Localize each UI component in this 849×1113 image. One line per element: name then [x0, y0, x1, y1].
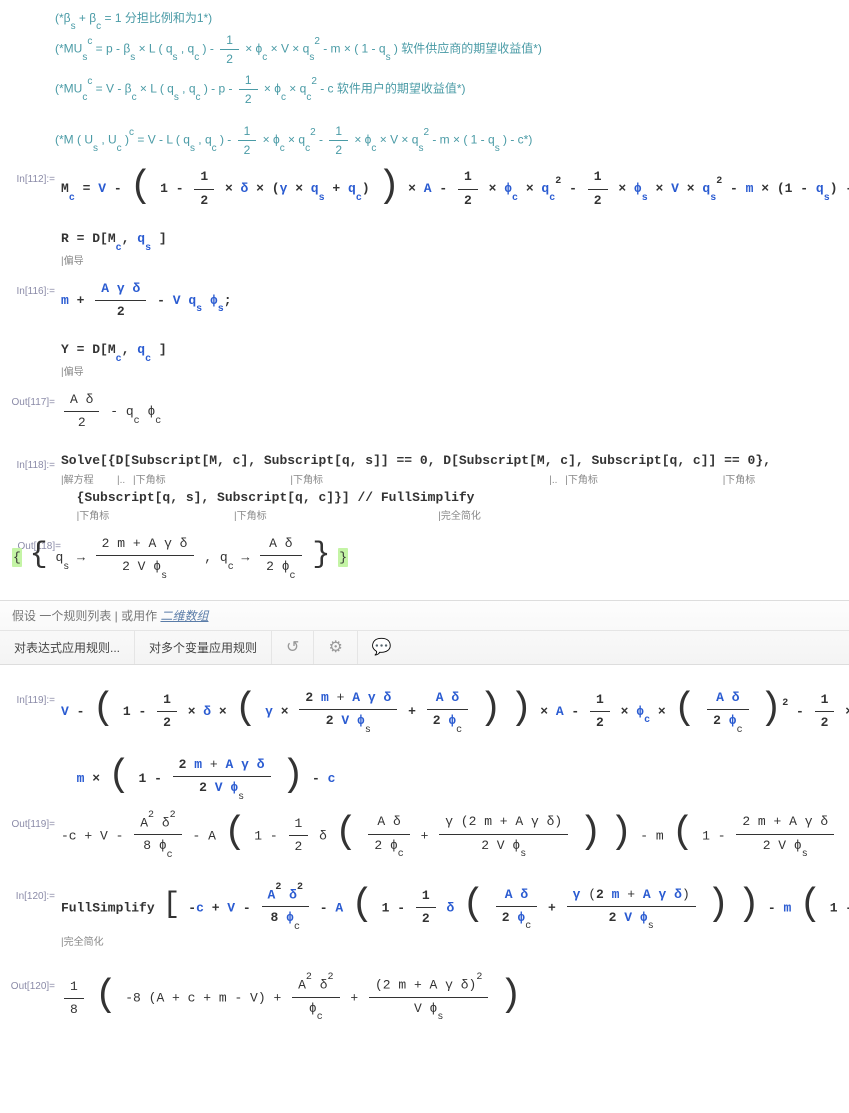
cell-in-116[interactable]: In[116]:= m + A γ δ2 - V qs ϕs; Y = D[Mc… [0, 274, 849, 385]
suggestion-btn-1[interactable]: 对表达式应用规则... [0, 631, 135, 664]
cell-in-120[interactable]: In[120]:= FullSimplify [ -c + V - A2 δ28… [0, 879, 849, 955]
cell-label: In[116]:= [0, 278, 61, 297]
cell-label: In[112]:= [0, 166, 61, 185]
assumption-link[interactable]: 二维数组 [160, 609, 208, 623]
cell-label: In[118]:= [0, 452, 61, 471]
hint-solve: |解方程 [61, 475, 94, 486]
highlight-open: { [12, 548, 22, 567]
cell-label: Out[117]= [0, 389, 61, 408]
comment-line-3: (*MUcc = V - βc × L ( qs , qc ) - p - 12… [0, 71, 849, 108]
cell-out-117[interactable]: Out[117]= A δ2 - qc ϕc [0, 385, 849, 438]
comment-icon[interactable]: 💬 [358, 631, 406, 664]
cell-out-120[interactable]: Out[120]= 18 ( -8 (A + c + m - V) + A2 δ… [0, 969, 849, 1027]
cell-in-118[interactable]: In[118]:= Solve[{D[Subscript[M, c], Subs… [0, 448, 849, 529]
cell-in-119[interactable]: In[119]:= V - ( 1 - 12 × δ × ( γ × 2 m +… [0, 683, 849, 807]
hint-piandao: |偏导 [61, 256, 84, 267]
cell-label: Out[120]= [0, 973, 61, 992]
cell-label: Out[119]= [0, 811, 61, 830]
hint-fullsimplify: |完全简化 [61, 937, 104, 948]
cell-label: In[120]:= [0, 883, 61, 902]
highlight-close: } [338, 548, 348, 567]
comment-line-1: (*βs + βc = 1 分担比例和为1*) [0, 9, 849, 28]
comment-line-4: (*M ( Us , Uc )c = V - L ( qs , qc ) - 1… [0, 122, 849, 159]
reload-icon[interactable]: ↺ [272, 631, 314, 664]
cell-label: In[119]:= [0, 687, 61, 706]
suggestions-bar: 假设 一个规则列表 | 或用作 二维数组 对表达式应用规则... 对多个变量应用… [0, 600, 849, 665]
assumption-row: 假设 一个规则列表 | 或用作 二维数组 [0, 601, 849, 630]
hint-piandao2: |偏导 [61, 367, 84, 378]
cell-out-118[interactable]: Out[117]= Out[118]= { { qs → 2 m + A γ δ… [0, 529, 849, 586]
cell-in-112[interactable]: In[112]:= Mc = V - ( 1 - 12 × δ × (γ × q… [0, 162, 849, 273]
gear-icon[interactable]: ⚙ [314, 631, 357, 664]
suggestion-btn-2[interactable]: 对多个变量应用规则 [135, 631, 272, 664]
comment-line-2: (*MUsc = p - βs × L ( qs , qc ) - 12 × ϕ… [0, 31, 849, 68]
cell-out-119[interactable]: Out[119]= -c + V - A2 δ28 ϕc - A ( 1 - 1… [0, 807, 849, 865]
